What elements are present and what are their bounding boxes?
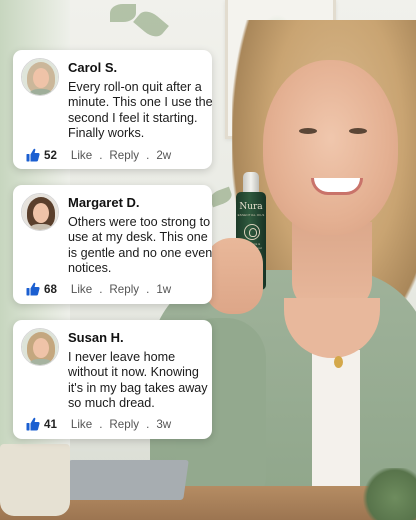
like-button[interactable]: Like: [71, 149, 92, 162]
like-count: 52: [44, 148, 57, 162]
avatar-face: [33, 68, 49, 88]
thumbs-up-icon[interactable]: [26, 282, 40, 296]
separator: .: [146, 417, 150, 431]
like-count: 68: [44, 282, 57, 296]
comment-timestamp[interactable]: 2w: [156, 149, 171, 162]
comment-actions: 68 Like . Reply . 1w: [26, 280, 171, 298]
like-button[interactable]: Like: [71, 418, 92, 431]
necklace-pendant: [334, 356, 343, 368]
comment-actions: 52 Like . Reply . 2w: [26, 146, 171, 164]
commenter-name[interactable]: Susan H.: [68, 330, 124, 345]
thumbs-up-icon[interactable]: [26, 417, 40, 431]
bottle-tagline: ESSENTIAL OILS: [237, 213, 265, 217]
separator: .: [99, 417, 103, 431]
avatar[interactable]: [21, 193, 59, 231]
thumbs-up-icon[interactable]: [26, 148, 40, 162]
woman-eye-left: [299, 128, 317, 134]
comment-text: I never leave home without it now. Knowi…: [68, 350, 208, 410]
bottle-cap: [243, 172, 259, 194]
separator: .: [146, 282, 150, 296]
comment-timestamp[interactable]: 3w: [156, 418, 171, 431]
woman-eye-right: [349, 128, 367, 134]
separator: .: [99, 148, 103, 162]
comment-card: Susan H. I never leave home without it n…: [13, 320, 212, 439]
head-logo-icon: [244, 224, 260, 240]
plant-leaf: [110, 4, 136, 22]
avatar[interactable]: [21, 58, 59, 96]
reply-button[interactable]: Reply: [109, 418, 139, 431]
laptop: [63, 460, 189, 500]
avatar-face: [33, 338, 49, 358]
like-button[interactable]: Like: [71, 283, 92, 296]
avatar-face: [33, 203, 49, 223]
comment-card: Margaret D. Others were too strong to us…: [13, 185, 212, 304]
like-count: 41: [44, 417, 57, 431]
commenter-name[interactable]: Margaret D.: [68, 195, 140, 210]
separator: .: [99, 282, 103, 296]
comment-card: Carol S. Every roll-on quit after a minu…: [13, 50, 213, 169]
commenter-name[interactable]: Carol S.: [68, 60, 117, 75]
reply-button[interactable]: Reply: [109, 283, 139, 296]
bottle-brand: Nura: [239, 202, 263, 212]
comment-text: Others were too strong to use at my desk…: [68, 215, 213, 275]
plant: [360, 468, 416, 520]
comment-text: Every roll-on quit after a minute. This …: [68, 80, 213, 140]
comment-timestamp[interactable]: 1w: [156, 283, 171, 296]
mug: [0, 444, 70, 516]
comment-actions: 41 Like . Reply . 3w: [26, 415, 171, 433]
separator: .: [146, 148, 150, 162]
woman-face: [263, 60, 398, 235]
avatar[interactable]: [21, 328, 59, 366]
reply-button[interactable]: Reply: [109, 149, 139, 162]
